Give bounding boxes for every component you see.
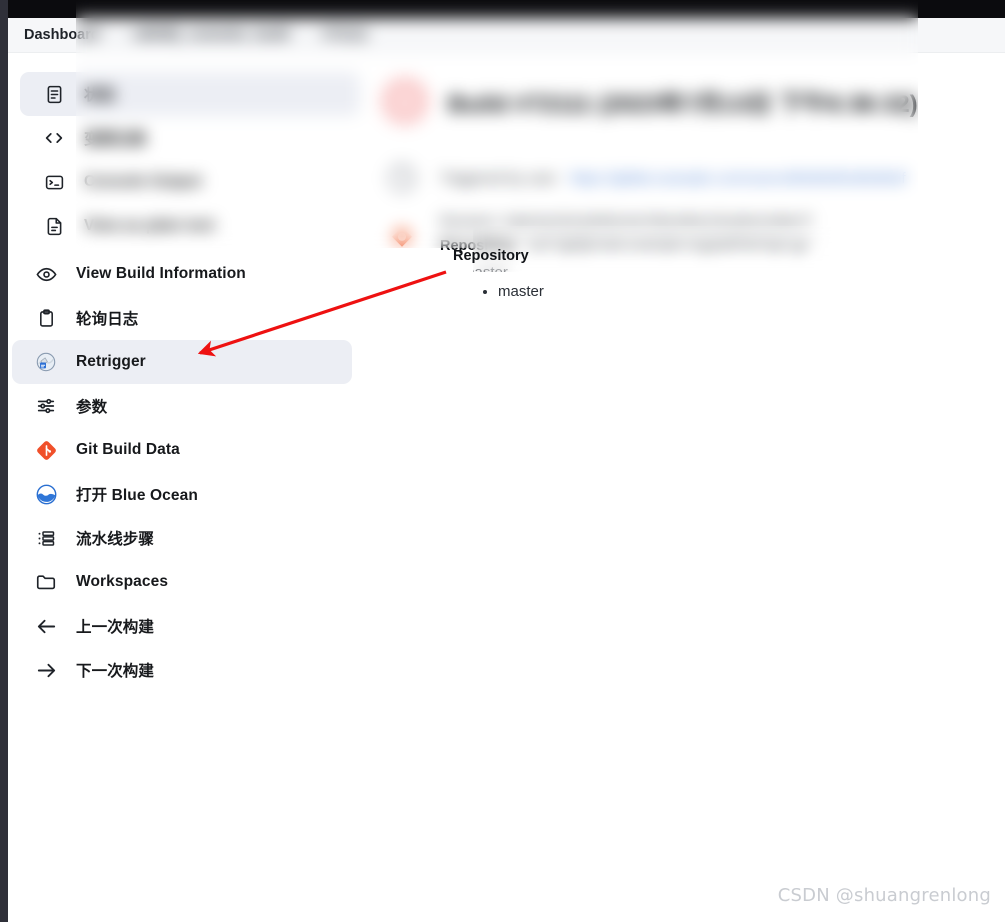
sidebar-item-label: Git Build Data [76,441,180,458]
sidebar-item-changes[interactable]: 变更记录 [20,116,360,160]
sidebar-item-label: 流水线步骤 [76,531,155,548]
sidebar-item-next-build[interactable]: 下一次构建 [12,648,352,692]
sidebar-item-label: 下一次构建 [76,663,155,680]
sidebar-item-status[interactable]: 状态 [20,72,360,116]
sidebar-item-open-blue-ocean[interactable]: 打开 Blue Ocean [12,472,352,516]
sidebar-item-label: View Build Information [76,265,246,282]
sidebar-item-label: 参数 [76,399,108,416]
eye-icon [34,262,58,286]
sidebar-item-label: 变更记录 [84,131,147,148]
csdn-watermark: CSDN @shuangrenlong [777,885,991,906]
sidebar-item-label: Retrigger [76,353,146,370]
arrow-right-icon [34,658,58,682]
build-trigger-text: Triggered by user https://gitlab.example… [440,170,906,187]
page-title: Build #72111 (2023年7月13日 下午6:36:32) [448,90,918,118]
terminal-icon [42,170,66,194]
sidebar-item-polling-log[interactable]: 轮询日志 [12,296,352,340]
sidebar-item-label: 轮询日志 [76,311,139,328]
sidebar-item-workspaces[interactable]: Workspaces [12,560,352,604]
clock-trigger-icon [378,154,426,202]
sidebar-item-git-build-data[interactable]: Git Build Data [12,428,352,472]
trigger-user-link[interactable]: https://gitlab.example.com/users/dfsdfsd… [570,170,906,187]
sidebar-item-previous-build[interactable]: 上一次构建 [12,604,352,648]
blue-ocean-icon [34,482,58,506]
document-lines-icon [42,82,66,106]
sidebar-item-label: 打开 Blue Ocean [76,487,198,504]
sidebar-item-label: 状态 [84,87,116,104]
breadcrumb-separator: › [303,28,308,42]
build-repository-line: Repository ssh://git@code.example.org/pa… [440,238,811,254]
retrigger-globe-icon [34,350,58,374]
sidebar-item-label: View as plain text [84,217,215,234]
reveal-plate-repository [443,258,473,922]
breadcrumb-item-dashboard[interactable]: Dashboard [24,27,100,43]
sidebar-item-parameters[interactable]: 参数 [12,384,352,428]
clipboard-icon [34,306,58,330]
breadcrumb-item-build[interactable]: #72111 [322,27,369,43]
app-header-bar [8,0,1005,18]
repository-value: ssh://git@code.example.org/path/to/repo.… [527,238,809,254]
sidebar-item-view-as-plain-text[interactable]: View as plain text [20,204,360,248]
file-text-icon [42,214,66,238]
sliders-icon [34,394,58,418]
build-failed-icon: ✕ [378,74,432,128]
git-diamond-icon [34,438,58,462]
build-summary-panel: ✕ Build #72111 (2023年7月13日 下午6:36:32) Tr… [378,70,998,285]
sidebar-item-console-output[interactable]: Console Output [20,160,360,204]
reveal-plate-lower [473,272,1005,922]
code-brackets-icon [42,126,66,150]
trigger-prefix-label: Triggered by user [440,169,557,187]
arrow-left-icon [34,614,58,638]
sidebar-item-label: Workspaces [76,573,169,590]
breadcrumb: Dashboard › cdkfdfj_commits_build › #721… [8,18,1005,53]
window-left-edge [0,0,8,922]
folder-icon [34,570,58,594]
build-revision-line: Revision: 0a8c9a1f2e3d4b5c6a7b8c9d0e1f2a… [440,214,811,230]
build-status-glyph: ✕ [387,83,423,119]
pipeline-steps-icon [34,526,58,550]
sidebar-item-label: Console Output [84,173,202,190]
app-root: Dashboard › cdkfdfj_commits_build › #721… [0,0,1005,922]
sidebar-item-retrigger[interactable]: Retrigger [12,340,352,384]
breadcrumb-separator: › [113,28,118,42]
build-header: ✕ Build #72111 (2023年7月13日 下午6:36:32) [378,70,998,132]
sidebar-item-view-build-information[interactable]: View Build Information [12,252,352,296]
build-trigger-row: Triggered by user https://gitlab.example… [378,154,998,202]
sidebar-item-pipeline-steps[interactable]: 流水线步骤 [12,516,352,560]
repository-label: Repository [440,238,516,254]
sidebar-item-label: 上一次构建 [76,619,155,636]
breadcrumb-item-job[interactable]: cdkfdfj_commits_build [132,27,290,43]
